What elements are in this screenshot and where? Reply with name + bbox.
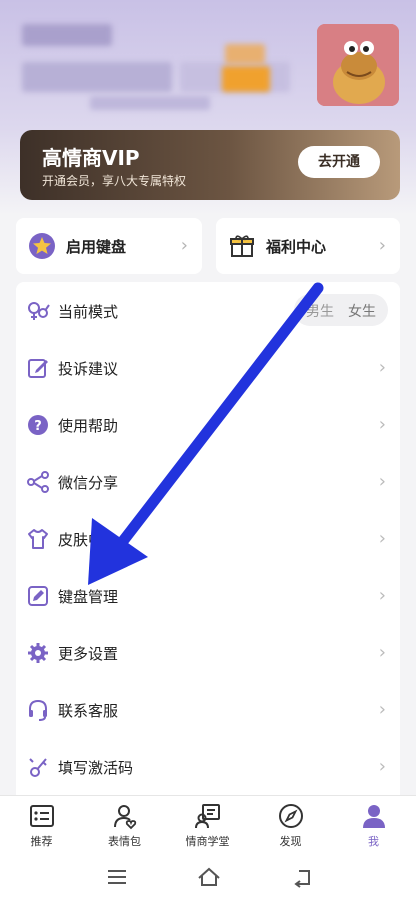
customer-service-label: 联系客服 [58,702,119,720]
more-settings-label: 更多设置 [58,645,119,663]
help-row[interactable]: ? 使用帮助 › [16,396,400,453]
blurred-badge-2 [222,66,270,92]
svg-text:?: ? [34,419,42,434]
tab-eq-classroom[interactable]: 情商学堂 [166,796,249,854]
skin-center-row[interactable]: 皮肤中心 › [16,510,400,567]
compass-icon [279,804,303,828]
female-option[interactable]: 女生 [348,301,376,321]
chevron-right-icon: › [378,699,386,720]
star-badge-icon [29,233,55,259]
tab-me[interactable]: 我 [332,796,415,854]
tab-recommend[interactable]: 推荐 [0,796,83,854]
classroom-icon [195,804,220,829]
headset-icon [29,699,47,721]
vip-open-button[interactable]: 去开通 [298,146,380,178]
tab-recommend-label: 推荐 [30,835,53,848]
gender-toggle[interactable]: 男生 女生 [294,294,388,326]
blurred-stats [90,96,210,110]
activation-code-row[interactable]: 填写激活码 › [16,738,400,795]
chevron-right-icon: › [378,528,386,549]
tab-discover-label: 发现 [279,835,302,848]
skin-center-label: 皮肤中心 [58,531,119,549]
chevron-right-icon: › [378,414,386,435]
settings-list: 当前模式 男生 女生 投诉建议 › ? 使用帮助 › 微信分享 › 皮肤中心 ›… [16,282,400,802]
system-nav-bar [0,853,416,900]
more-settings-row[interactable]: 更多设置 › [16,624,400,681]
shirt-icon [28,529,48,549]
tab-stickers[interactable]: 表情包 [83,796,166,854]
menu-icon[interactable] [103,865,131,889]
bottom-tab-bar: 推荐 表情包 情商学堂 发现 我 [0,795,416,853]
keyboard-management-row[interactable]: 键盘管理 › [16,567,400,624]
male-option[interactable]: 男生 [306,301,334,321]
welfare-center-card[interactable]: 福利中心 › [216,218,400,274]
tab-stickers-label: 表情包 [108,835,141,848]
tab-discover[interactable]: 发现 [249,796,332,854]
wechat-share-row[interactable]: 微信分享 › [16,453,400,510]
vip-banner[interactable]: 高情商VIP 开通会员，享八大专属特权 去开通 [20,130,400,200]
key-icon [29,758,47,777]
home-icon[interactable] [195,865,223,889]
chevron-right-icon: › [378,642,386,663]
chevron-right-icon: › [378,585,386,606]
chevron-right-icon: › [378,357,386,378]
vip-title: 高情商VIP [42,146,140,170]
activation-code-label: 填写激活码 [58,759,134,777]
feedback-row[interactable]: 投诉建议 › [16,339,400,396]
tab-me-label: 我 [368,835,379,848]
avatar[interactable] [317,24,399,106]
help-icon: ? [28,415,48,435]
wechat-share-label: 微信分享 [58,474,119,492]
blurred-user-info [22,62,172,92]
edit-icon [28,359,48,378]
help-label: 使用帮助 [58,417,119,435]
welfare-center-label: 福利中心 [266,238,327,256]
blurred-username [22,24,112,46]
share-icon [27,471,49,493]
gear-icon [28,643,48,663]
gift-icon [230,235,254,257]
enable-keyboard-card[interactable]: 启用键盘 › [16,218,202,274]
pencil-icon [28,586,48,606]
customer-service-row[interactable]: 联系客服 › [16,681,400,738]
back-icon[interactable] [289,865,317,889]
enable-keyboard-label: 启用键盘 [66,238,127,256]
chevron-right-icon: › [378,235,386,256]
chevron-right-icon: › [378,756,386,777]
current-mode-label: 当前模式 [58,303,119,321]
chevron-right-icon: › [378,471,386,492]
keyboard-management-label: 键盘管理 [58,588,119,606]
chevron-right-icon: › [180,235,188,256]
feedback-label: 投诉建议 [58,360,119,378]
list-icon [30,805,54,827]
profile-icon [363,805,385,828]
gender-icon [28,302,50,320]
avatar-image [317,24,399,106]
blurred-badge [225,44,265,64]
tab-eq-classroom-label: 情商学堂 [185,835,230,848]
vip-subtitle: 开通会员，享八大专属特权 [42,174,187,188]
sticker-icon [114,805,137,830]
current-mode-row: 当前模式 男生 女生 [16,282,400,339]
